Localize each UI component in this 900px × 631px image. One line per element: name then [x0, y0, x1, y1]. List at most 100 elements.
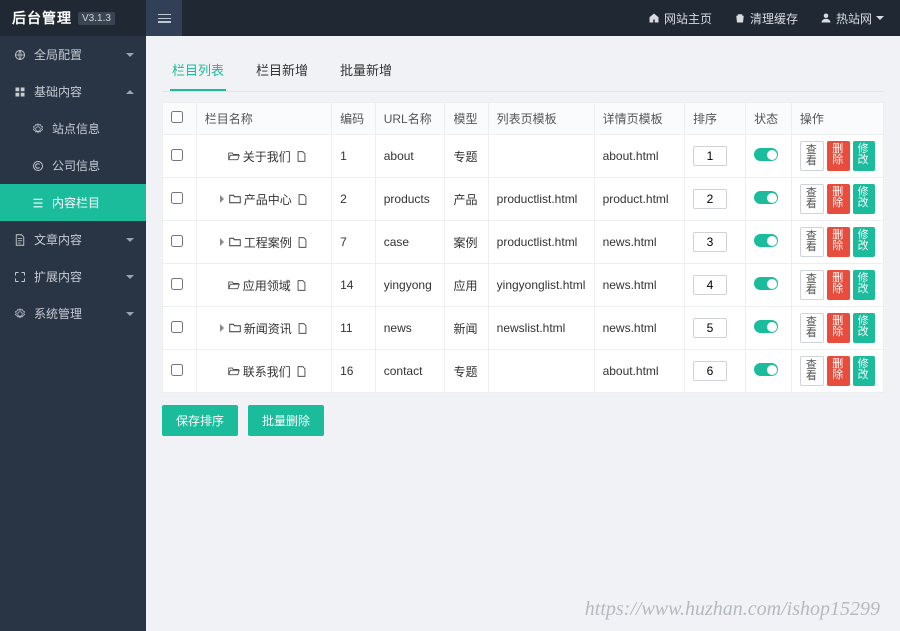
tree-arrow-icon[interactable]: [220, 324, 224, 332]
sidebar-item-3[interactable]: 扩展内容: [0, 258, 146, 295]
table-row: 产品中心2products产品productlist.htmlproduct.h…: [163, 178, 884, 221]
view-button[interactable]: 查看: [800, 313, 824, 343]
status-toggle[interactable]: [754, 234, 778, 247]
page-icon[interactable]: [296, 151, 307, 162]
status-toggle[interactable]: [754, 363, 778, 376]
page-icon[interactable]: [297, 237, 308, 248]
row-detail-tpl: news.html: [594, 264, 684, 307]
sidebar-sub-1-2[interactable]: 内容栏目: [0, 184, 146, 221]
sort-input[interactable]: [693, 232, 727, 252]
sidebar-item-0[interactable]: 全局配置: [0, 36, 146, 73]
row-model: 案例: [445, 221, 488, 264]
row-name: 产品中心: [244, 191, 292, 208]
chevron-down-icon: [876, 12, 884, 24]
edit-button[interactable]: 修改: [853, 184, 875, 214]
page-icon[interactable]: [297, 323, 308, 334]
row-model: 专题: [445, 135, 488, 178]
tree-arrow-icon[interactable]: [220, 195, 224, 203]
nav-user[interactable]: 热站网: [820, 10, 884, 27]
tab-batch-add[interactable]: 批量新增: [338, 52, 394, 91]
view-button[interactable]: 查看: [800, 227, 824, 257]
nav-clear-cache[interactable]: 清理缓存: [734, 10, 798, 27]
list-icon: [32, 197, 44, 209]
status-toggle[interactable]: [754, 191, 778, 204]
sidebar-sub-1-0[interactable]: 站点信息: [0, 110, 146, 147]
sidebar-sub-1-1[interactable]: 公司信息: [0, 147, 146, 184]
row-checkbox[interactable]: [171, 235, 183, 247]
page-icon[interactable]: [296, 280, 307, 291]
status-toggle[interactable]: [754, 277, 778, 290]
save-sort-button[interactable]: 保存排序: [162, 405, 238, 436]
header-ops: 操作: [791, 103, 883, 135]
sidebar-item-2[interactable]: 文章内容: [0, 221, 146, 258]
row-model: 专题: [445, 350, 488, 393]
row-detail-tpl: about.html: [594, 135, 684, 178]
delete-button[interactable]: 删除: [827, 313, 849, 343]
topbar: 后台管理 V3.1.3 网站主页 清理缓存 热站网: [0, 0, 900, 36]
folder-open-icon: [228, 365, 240, 377]
table-actions: 保存排序 批量删除: [162, 405, 884, 436]
sort-input[interactable]: [693, 361, 727, 381]
row-name: 应用领域: [243, 277, 291, 294]
folder-open-icon: [228, 150, 240, 162]
edit-button[interactable]: 修改: [853, 313, 875, 343]
delete-button[interactable]: 删除: [827, 184, 849, 214]
sidebar-item-label: 基础内容: [34, 83, 82, 100]
sidebar-item-label: 扩展内容: [34, 268, 82, 285]
header-url: URL名称: [375, 103, 445, 135]
table-header-row: 栏目名称 编码 URL名称 模型 列表页模板 详情页模板 排序 状态 操作: [163, 103, 884, 135]
header-sort: 排序: [685, 103, 746, 135]
row-code: 11: [332, 307, 376, 350]
sidebar-item-label: 文章内容: [34, 231, 82, 248]
copyright-icon: [32, 160, 44, 172]
row-checkbox[interactable]: [171, 149, 183, 161]
view-button[interactable]: 查看: [800, 270, 824, 300]
sort-input[interactable]: [693, 275, 727, 295]
brand-title: 后台管理: [12, 8, 72, 28]
sidebar-item-1[interactable]: 基础内容: [0, 73, 146, 110]
view-button[interactable]: 查看: [800, 356, 824, 386]
main-content: 栏目列表 栏目新增 批量新增 栏目名称 编码 URL名称 模型 列表页模板 详情…: [146, 36, 900, 631]
tree-arrow-icon[interactable]: [220, 238, 224, 246]
status-toggle[interactable]: [754, 148, 778, 161]
checkbox-all[interactable]: [171, 111, 183, 123]
nav-home[interactable]: 网站主页: [648, 10, 712, 27]
row-name: 联系我们: [243, 363, 291, 380]
edit-button[interactable]: 修改: [853, 141, 875, 171]
hamburger-toggle[interactable]: [146, 0, 182, 36]
edit-button[interactable]: 修改: [853, 356, 875, 386]
row-checkbox[interactable]: [171, 321, 183, 333]
header-status: 状态: [746, 103, 792, 135]
view-button[interactable]: 查看: [800, 184, 824, 214]
hamburger-icon: [158, 14, 171, 23]
sort-input[interactable]: [693, 189, 727, 209]
table-row: 新闻资讯11news新闻newslist.htmlnews.html查看删除修改: [163, 307, 884, 350]
delete-button[interactable]: 删除: [827, 356, 849, 386]
page-icon[interactable]: [297, 194, 308, 205]
row-checkbox[interactable]: [171, 364, 183, 376]
folder-icon: [229, 193, 241, 205]
delete-button[interactable]: 删除: [827, 270, 849, 300]
table-row: 关于我们1about专题about.html查看删除修改: [163, 135, 884, 178]
edit-button[interactable]: 修改: [853, 270, 875, 300]
trash-icon: [734, 12, 746, 24]
batch-delete-button[interactable]: 批量删除: [248, 405, 324, 436]
sort-input[interactable]: [693, 146, 727, 166]
view-button[interactable]: 查看: [800, 141, 824, 171]
status-toggle[interactable]: [754, 320, 778, 333]
delete-button[interactable]: 删除: [827, 141, 849, 171]
nav-user-label: 热站网: [836, 10, 872, 27]
edit-button[interactable]: 修改: [853, 227, 875, 257]
folder-icon: [229, 236, 241, 248]
sidebar-item-4[interactable]: 系统管理: [0, 295, 146, 332]
row-checkbox[interactable]: [171, 192, 183, 204]
sidebar-sub-label: 站点信息: [52, 120, 100, 137]
tab-list[interactable]: 栏目列表: [170, 52, 226, 91]
sort-input[interactable]: [693, 318, 727, 338]
row-model: 新闻: [445, 307, 488, 350]
tab-add[interactable]: 栏目新增: [254, 52, 310, 91]
row-checkbox[interactable]: [171, 278, 183, 290]
row-name: 工程案例: [244, 234, 292, 251]
page-icon[interactable]: [296, 366, 307, 377]
delete-button[interactable]: 删除: [827, 227, 849, 257]
